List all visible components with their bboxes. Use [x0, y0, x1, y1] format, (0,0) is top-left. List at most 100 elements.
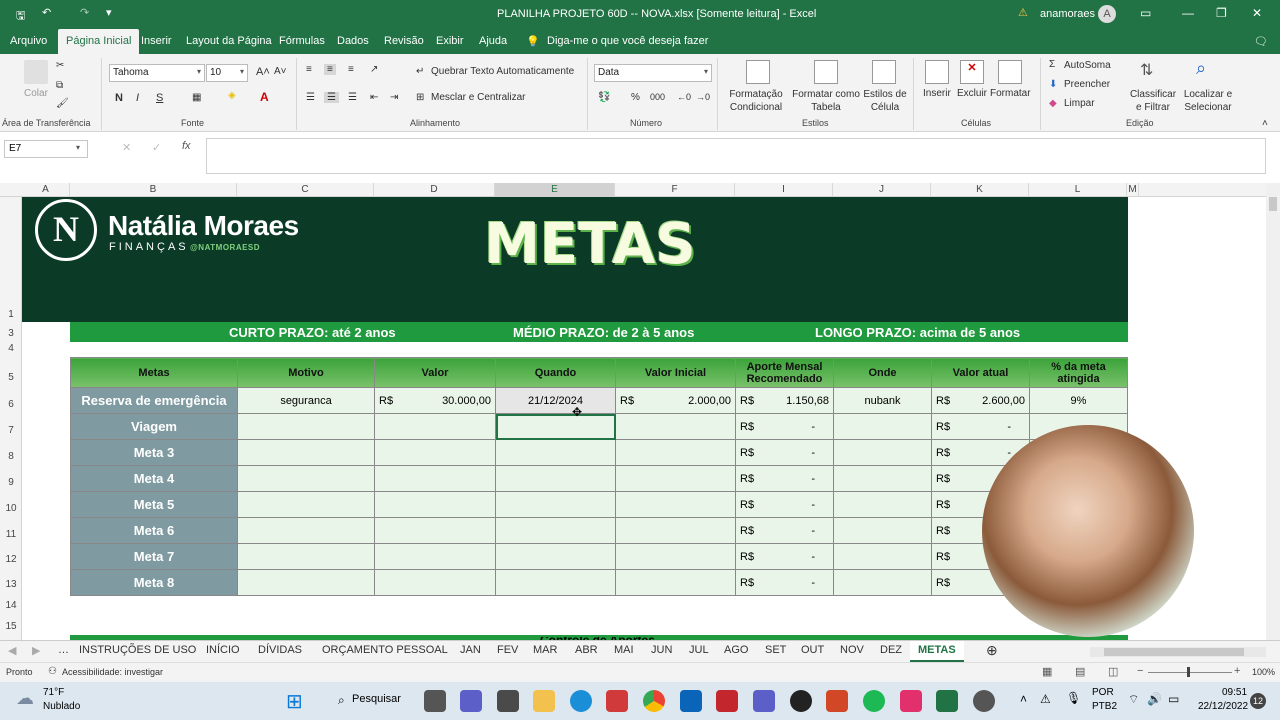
- inicial-cell[interactable]: R$ 2.000,00: [615, 387, 736, 414]
- inicial-cell[interactable]: [615, 491, 736, 518]
- sheet-tab[interactable]: NOV: [840, 644, 864, 660]
- col-header[interactable]: C: [237, 183, 374, 197]
- chrome-icon[interactable]: [643, 690, 665, 712]
- sheet-tab[interactable]: ORÇAMENTO PESSOAL: [322, 644, 448, 660]
- row-header[interactable]: 1: [0, 309, 22, 320]
- header-cell[interactable]: Quando: [495, 357, 616, 388]
- onde-cell[interactable]: [833, 413, 932, 440]
- motivo-cell[interactable]: [237, 543, 375, 570]
- sort-filter-icon[interactable]: ⇅: [1140, 60, 1153, 80]
- row-header[interactable]: 10: [0, 503, 22, 514]
- app-red-icon[interactable]: [606, 690, 628, 712]
- conditional-format-button[interactable]: Formatação Condicional: [726, 88, 786, 114]
- onde-cell[interactable]: [833, 465, 932, 492]
- lang-secondary[interactable]: PTB2: [1092, 701, 1117, 712]
- search-icon[interactable]: ⌕: [338, 693, 345, 708]
- zoom-slider[interactable]: [1148, 672, 1232, 673]
- header-cell[interactable]: Aporte Mensal Recomendado: [735, 357, 834, 388]
- col-header[interactable]: D: [374, 183, 495, 197]
- bold-button[interactable]: N: [115, 92, 123, 104]
- outlook-icon[interactable]: [680, 690, 702, 712]
- wifi-icon[interactable]: ⌔: [1128, 692, 1139, 707]
- align-center-icon[interactable]: ☰: [324, 92, 339, 103]
- insert-function-icon[interactable]: fx: [182, 140, 191, 152]
- motivo-cell[interactable]: seguranca: [237, 387, 375, 414]
- quando-cell[interactable]: [495, 569, 616, 596]
- header-cell[interactable]: % da meta atingida: [1029, 357, 1128, 388]
- enter-icon[interactable]: ✓: [152, 141, 161, 154]
- increase-decimal-icon[interactable]: ←0: [677, 92, 691, 102]
- tab-ajuda[interactable]: Ajuda: [479, 35, 507, 47]
- align-bottom-icon[interactable]: ≡: [348, 64, 354, 75]
- inicial-cell[interactable]: [615, 543, 736, 570]
- row-header[interactable]: 12: [0, 554, 22, 565]
- taskbar-search[interactable]: Pesquisar: [352, 693, 401, 705]
- quando-cell[interactable]: 21/12/2024: [495, 387, 616, 414]
- aporte-cell[interactable]: R$ -: [735, 543, 834, 570]
- decrease-decimal-icon[interactable]: →0: [696, 92, 710, 102]
- onde-cell[interactable]: [833, 517, 932, 544]
- chat-icon[interactable]: [460, 690, 482, 712]
- scroll-thumb[interactable]: [1269, 197, 1277, 211]
- motivo-cell[interactable]: [237, 491, 375, 518]
- tab-dados[interactable]: Dados: [337, 35, 369, 47]
- delete-cells-button[interactable]: Excluir: [957, 88, 987, 99]
- cell-styles-button[interactable]: Estilos de Célula: [862, 88, 908, 114]
- weather-desc[interactable]: Nublado: [43, 701, 80, 712]
- motivo-cell[interactable]: [237, 517, 375, 544]
- col-header[interactable]: I: [735, 183, 833, 197]
- warning-icon[interactable]: ⚠: [1018, 6, 1028, 19]
- clock-time[interactable]: 09:51: [1222, 687, 1247, 698]
- row-header[interactable]: 6: [0, 399, 22, 410]
- customize-qat-icon[interactable]: ▾: [106, 6, 112, 19]
- mic-icon[interactable]: 🎙: [1066, 691, 1081, 705]
- aporte-cell[interactable]: R$ -: [735, 413, 834, 440]
- normal-view-icon[interactable]: ▦: [1042, 665, 1052, 678]
- borders-icon[interactable]: ▦: [192, 92, 201, 103]
- sheet-tab[interactable]: DEZ: [880, 644, 902, 660]
- sheet-tab[interactable]: JAN: [460, 644, 481, 660]
- accounting-icon[interactable]: 💱: [598, 92, 610, 103]
- office-icon[interactable]: [826, 690, 848, 712]
- accessibility-icon[interactable]: ⚇: [48, 666, 57, 677]
- pdf-icon[interactable]: [716, 690, 738, 712]
- page-layout-icon[interactable]: ▤: [1075, 665, 1085, 678]
- meta-name-cell[interactable]: Meta 7: [70, 543, 238, 570]
- inicial-cell[interactable]: [615, 465, 736, 492]
- col-header[interactable]: A: [22, 183, 70, 197]
- file-explorer-icon[interactable]: [533, 690, 555, 712]
- format-table-icon[interactable]: [814, 60, 838, 84]
- h-scroll-thumb[interactable]: [1104, 648, 1244, 656]
- comments-icon[interactable]: 🗨: [1254, 35, 1268, 48]
- header-cell[interactable]: Valor Inicial: [615, 357, 736, 388]
- row-header[interactable]: 13: [0, 579, 22, 590]
- motivo-cell[interactable]: [237, 569, 375, 596]
- row-header[interactable]: 5: [0, 372, 22, 383]
- pct-cell[interactable]: 9%: [1029, 387, 1128, 414]
- col-header[interactable]: F: [615, 183, 735, 197]
- meta-name-cell[interactable]: Meta 5: [70, 491, 238, 518]
- minimize-icon[interactable]: —: [1182, 6, 1194, 20]
- sheet-tab[interactable]: ABR: [575, 644, 598, 660]
- cell-styles-icon[interactable]: [872, 60, 896, 84]
- inicial-cell[interactable]: [615, 517, 736, 544]
- sheet-tab[interactable]: JUL: [689, 644, 709, 660]
- valor-cell[interactable]: [374, 517, 496, 544]
- sheet-tab[interactable]: DÍVIDAS: [258, 644, 302, 660]
- quando-cell[interactable]: [495, 543, 616, 570]
- network-alert-icon[interactable]: ⚠: [1040, 692, 1051, 706]
- paste-icon[interactable]: [24, 60, 48, 84]
- onde-cell[interactable]: [833, 569, 932, 596]
- page-break-icon[interactable]: ◫: [1108, 665, 1118, 678]
- meta-name-cell[interactable]: Reserva de emergência: [70, 387, 238, 414]
- lang-primary[interactable]: POR: [1092, 687, 1114, 698]
- motivo-cell[interactable]: [237, 413, 375, 440]
- meta-name-cell[interactable]: Meta 8: [70, 569, 238, 596]
- cancel-icon[interactable]: ✕: [122, 141, 131, 154]
- quando-cell[interactable]: [495, 465, 616, 492]
- weather-icon[interactable]: ☁: [16, 688, 34, 709]
- row-header[interactable]: 9: [0, 477, 22, 488]
- zoom-in-icon[interactable]: +: [1234, 665, 1240, 677]
- sheet-tab[interactable]: INSTRUÇÕES DE USO: [79, 644, 196, 660]
- valor-cell[interactable]: [374, 465, 496, 492]
